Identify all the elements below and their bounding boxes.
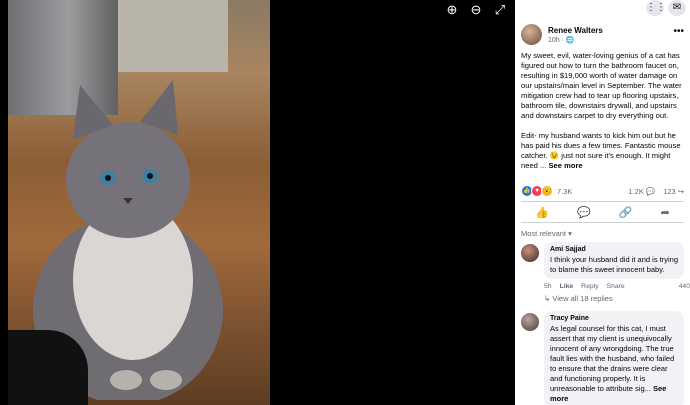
- top-bar: ⋮⋮ ✉: [515, 0, 690, 18]
- commenter-avatar[interactable]: [521, 313, 539, 331]
- view-replies-text: View all 18 replies: [552, 294, 613, 303]
- photo-sleeve: [8, 330, 88, 405]
- more-options-icon[interactable]: •••: [673, 26, 684, 37]
- commenter-avatar[interactable]: [521, 244, 539, 262]
- chevron-down-icon: ▾: [568, 229, 572, 238]
- globe-icon: 🌐: [565, 36, 575, 44]
- commenter-name[interactable]: Tracy Paine: [550, 315, 678, 322]
- photo-doorway: [118, 0, 228, 72]
- comment-text: As legal counsel for this cat, I must as…: [550, 324, 678, 404]
- commenter-name[interactable]: Ami Sajjad: [550, 246, 678, 253]
- sort-dropdown[interactable]: Most relevant ▾: [515, 223, 690, 242]
- comment-reaction-count[interactable]: 440: [679, 283, 690, 290]
- post-actions: 👍 💬 🔗 ➦: [521, 201, 684, 223]
- post-paragraph-2: Edit- my husband wants to kick him out b…: [521, 131, 684, 171]
- comment-like-button[interactable]: Like: [560, 283, 574, 290]
- post-time: 10h · 🌐: [548, 36, 603, 44]
- comment-bubble: Ami Sajjad I think your husband did it a…: [544, 242, 684, 279]
- zoom-out-icon[interactable]: ⊖: [464, 2, 488, 18]
- comment-share-button[interactable]: Share: [607, 283, 625, 290]
- comment-text-body: As legal counsel for this cat, I must as…: [550, 324, 675, 393]
- comment-count-icon: 💬: [645, 186, 656, 196]
- viewer-toolbar: ⊕ ⊖ ⤢: [440, 2, 512, 18]
- sort-label: Most relevant: [521, 229, 567, 238]
- comment-2: Tracy Paine As legal counsel for this ca…: [515, 311, 690, 405]
- messenger-icon[interactable]: ✉: [668, 0, 686, 16]
- comment-text: I think your husband did it and is tryin…: [550, 255, 678, 274]
- reactions-count[interactable]: 7.3K: [557, 187, 572, 196]
- comments-count[interactable]: 1.2K: [628, 187, 643, 196]
- author-avatar[interactable]: [521, 24, 542, 45]
- post-stats: 👍 ♥ 😮 7.3K 1.2K 💬 123 ↪: [515, 181, 690, 201]
- author-name[interactable]: Renee Walters: [548, 26, 603, 35]
- photo-viewer: ⊕ ⊖ ⤢: [0, 0, 515, 405]
- comment-reply-button[interactable]: Reply: [581, 283, 598, 290]
- share-icon[interactable]: ➦: [661, 206, 670, 219]
- comment-icon[interactable]: 💬: [577, 206, 591, 219]
- comment-time: 5h: [544, 283, 552, 290]
- post-paragraph-1: My sweet, evil, water-loving genius of a…: [521, 51, 682, 120]
- view-replies-link[interactable]: ↳ View all 18 replies: [544, 294, 690, 303]
- post-header: Renee Walters 10h · 🌐 •••: [515, 18, 690, 45]
- grid-icon[interactable]: ⋮⋮: [646, 0, 666, 16]
- see-more-link[interactable]: See more: [548, 161, 582, 170]
- wow-reaction-icon: 😮: [541, 185, 553, 197]
- like-icon[interactable]: 👍: [535, 206, 549, 219]
- comment-1: Ami Sajjad I think your husband did it a…: [515, 242, 690, 279]
- post-panel: ⋮⋮ ✉ Renee Walters 10h · 🌐 ••• My sweet,…: [515, 0, 690, 405]
- zoom-in-icon[interactable]: ⊕: [440, 2, 464, 18]
- share-count-icon: ↪: [677, 186, 684, 196]
- expand-icon[interactable]: ⤢: [488, 2, 512, 18]
- post-time-text: 10h ·: [548, 36, 566, 44]
- cat-photo: [8, 0, 270, 405]
- link-icon[interactable]: 🔗: [619, 206, 633, 219]
- post-text: My sweet, evil, water-loving genius of a…: [515, 45, 690, 171]
- comment-bubble: Tracy Paine As legal counsel for this ca…: [544, 311, 684, 405]
- shares-count[interactable]: 123: [663, 187, 676, 196]
- post-paragraph-2-text: Edit- my husband wants to kick him out b…: [521, 131, 681, 170]
- comment-1-meta: 5h Like Reply Share 440: [544, 283, 690, 290]
